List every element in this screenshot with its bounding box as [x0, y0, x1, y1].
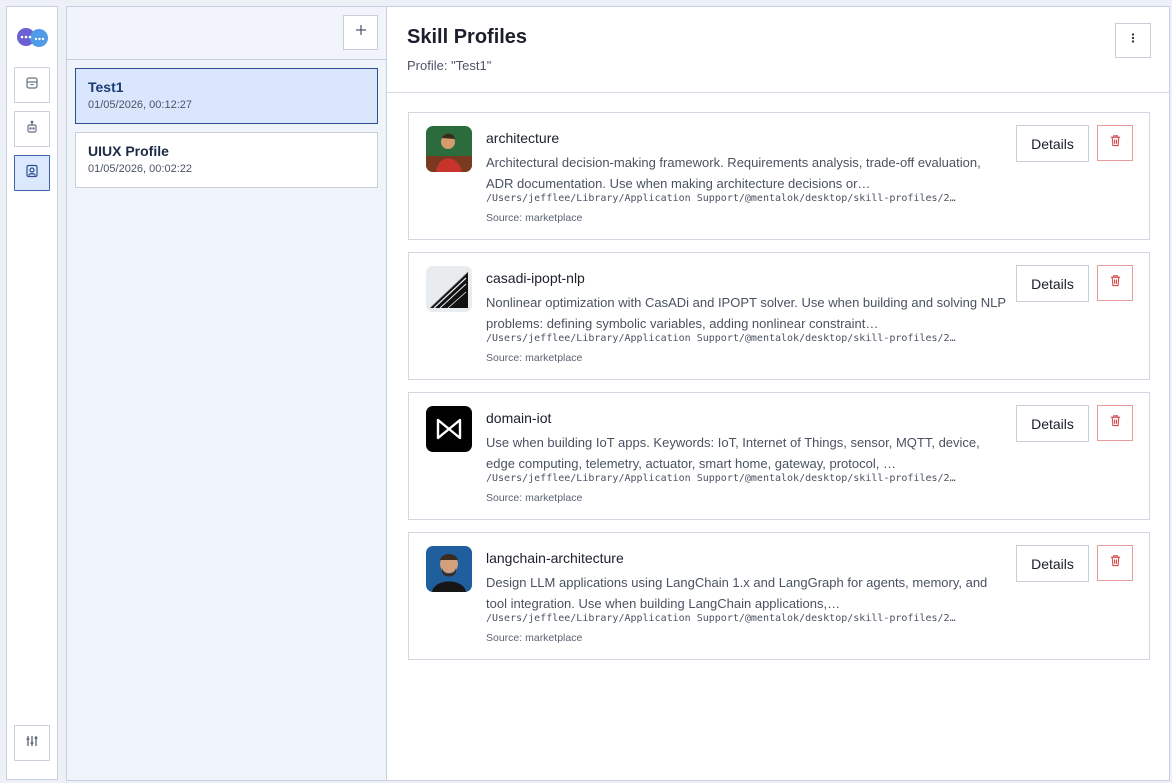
icon-rail: [6, 6, 58, 780]
details-button[interactable]: Details: [1016, 125, 1089, 162]
skill-source: Source: marketplace: [486, 212, 583, 224]
add-profile-button[interactable]: [343, 15, 378, 50]
skill-card: architecture Architectural decision-maki…: [408, 112, 1150, 240]
rail-agents-button[interactable]: [14, 111, 50, 147]
plus-icon: [354, 23, 368, 42]
skill-name: domain-iot: [486, 410, 552, 426]
details-button[interactable]: Details: [1016, 405, 1089, 442]
profile-subtitle: Profile: "Test1": [407, 58, 492, 73]
delete-skill-button[interactable]: [1097, 265, 1133, 301]
profile-date: 01/05/2026, 00:12:27: [88, 99, 192, 111]
profile-date: 01/05/2026, 00:02:22: [88, 163, 192, 175]
skill-card: langchain-architecture Design LLM applic…: [408, 532, 1150, 660]
profile-list-item[interactable]: UIUX Profile 01/05/2026, 00:02:22: [75, 132, 378, 188]
rail-settings-button[interactable]: [14, 725, 50, 761]
trash-icon: [1109, 274, 1122, 292]
skill-profiles-panel: Skill Profiles Profile: "Test1" architec…: [386, 6, 1170, 781]
trash-icon: [1109, 414, 1122, 432]
profile-list-item[interactable]: Test1 01/05/2026, 00:12:27: [75, 68, 378, 124]
trash-icon: [1109, 134, 1122, 152]
archive-icon: [25, 76, 39, 95]
rail-profiles-button[interactable]: [14, 155, 50, 191]
skill-source: Source: marketplace: [486, 632, 583, 644]
skill-card: casadi-ipopt-nlp Nonlinear optimization …: [408, 252, 1150, 380]
robot-icon: [25, 120, 39, 139]
rail-archive-button[interactable]: [14, 67, 50, 103]
trash-icon: [1109, 554, 1122, 572]
profile-name: Test1: [88, 79, 124, 95]
app-logo-icon: [14, 25, 52, 49]
skill-description: Architectural decision-making framework.…: [486, 155, 981, 191]
panel-header: Skill Profiles Profile: "Test1": [387, 7, 1169, 93]
skill-avatar: [426, 126, 472, 172]
skill-card: domain-iot Use when building IoT apps. K…: [408, 392, 1150, 520]
skill-source: Source: marketplace: [486, 492, 583, 504]
details-button[interactable]: Details: [1016, 265, 1089, 302]
profile-name: UIUX Profile: [88, 143, 169, 159]
more-options-button[interactable]: [1115, 23, 1151, 58]
kebab-icon: [1126, 31, 1140, 50]
skill-name: langchain-architecture: [486, 550, 624, 566]
page-title: Skill Profiles: [407, 26, 528, 48]
skill-avatar: [426, 266, 472, 312]
skill-description: Use when building IoT apps. Keywords: Io…: [486, 435, 980, 471]
skill-source: Source: marketplace: [486, 352, 583, 364]
skill-description: Design LLM applications using LangChain …: [486, 575, 988, 611]
skill-name: architecture: [486, 130, 560, 146]
delete-skill-button[interactable]: [1097, 405, 1133, 441]
details-button[interactable]: Details: [1016, 545, 1089, 582]
skill-path: /Users/jefflee/Library/Application Suppo…: [486, 333, 956, 344]
skill-name: casadi-ipopt-nlp: [486, 270, 585, 286]
delete-skill-button[interactable]: [1097, 545, 1133, 581]
skill-description: Nonlinear optimization with CasADi and I…: [486, 295, 1006, 331]
skill-path: /Users/jefflee/Library/Application Suppo…: [486, 613, 956, 624]
skill-path: /Users/jefflee/Library/Application Suppo…: [486, 193, 956, 204]
skill-avatar: [426, 406, 472, 452]
profile-icon: [25, 164, 39, 183]
profile-list-panel: Test1 01/05/2026, 00:12:27 UIUX Profile …: [66, 6, 387, 781]
profile-list-header: [67, 7, 386, 60]
skill-avatar: [426, 546, 472, 592]
sliders-icon: [25, 734, 39, 753]
delete-skill-button[interactable]: [1097, 125, 1133, 161]
skill-path: /Users/jefflee/Library/Application Suppo…: [486, 473, 956, 484]
